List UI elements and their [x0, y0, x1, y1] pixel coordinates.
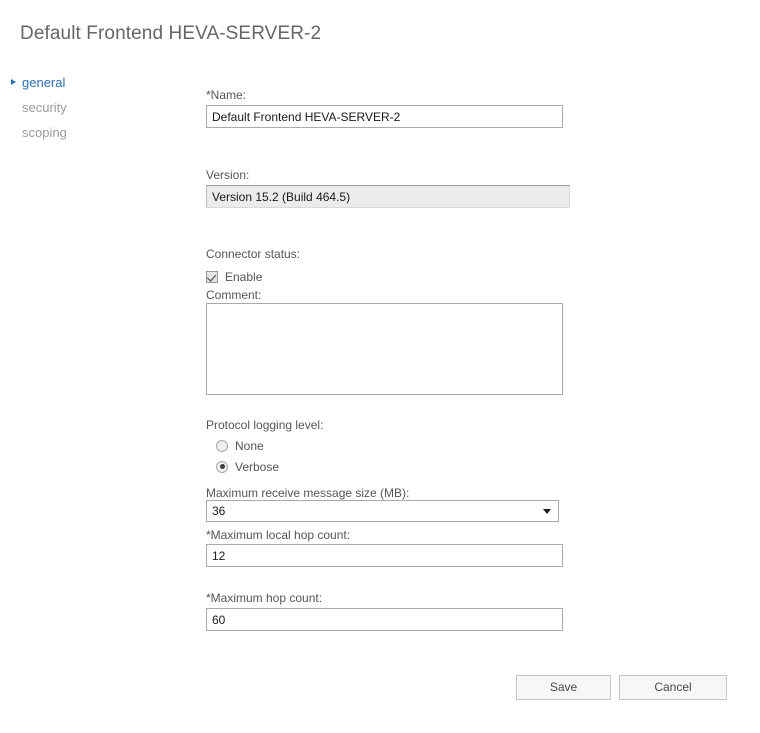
radio-verbose-label: Verbose	[235, 459, 280, 474]
sidebar-item-security[interactable]: security	[0, 95, 175, 120]
protocol-logging-option-verbose[interactable]: Verbose	[206, 456, 279, 477]
enable-checkbox[interactable]	[206, 270, 218, 283]
caret-right-icon	[11, 79, 16, 85]
sidebar-nav: general security scoping	[0, 70, 175, 145]
radio-none-label: None	[235, 438, 264, 453]
radio-none[interactable]	[216, 439, 228, 452]
connector-status-label: Connector status:	[206, 247, 301, 261]
radio-verbose[interactable]	[216, 460, 228, 473]
enable-checkbox-label: Enable	[225, 269, 263, 284]
enable-checkbox-row[interactable]: Enable	[206, 268, 262, 285]
protocol-logging-label: Protocol logging level:	[206, 418, 324, 432]
max-receive-message-size-value: 36	[212, 504, 226, 518]
comment-textarea[interactable]	[206, 303, 563, 395]
save-button[interactable]: Save	[516, 675, 611, 700]
max-hop-count-input[interactable]	[206, 608, 563, 631]
sidebar-item-label: general	[22, 75, 66, 90]
chevron-down-icon[interactable]	[543, 509, 551, 514]
page-title: Default Frontend HEVA-SERVER-2	[20, 23, 322, 44]
cancel-button[interactable]: Cancel	[619, 675, 727, 700]
sidebar-item-label: scoping	[22, 125, 67, 140]
name-label: *Name:	[206, 88, 247, 102]
max-hop-count-label: *Maximum hop count:	[206, 591, 323, 605]
sidebar-item-label: security	[22, 100, 67, 115]
sidebar-item-general[interactable]: general	[0, 70, 175, 95]
max-local-hop-count-label: *Maximum local hop count:	[206, 528, 351, 542]
version-label: Version:	[206, 168, 250, 182]
name-input[interactable]	[206, 105, 563, 128]
version-input	[206, 185, 570, 208]
max-receive-message-size-label: Maximum receive message size (MB):	[206, 486, 410, 500]
max-receive-message-size-select[interactable]: 36	[206, 500, 559, 522]
protocol-logging-option-none[interactable]: None	[206, 435, 264, 456]
comment-label: Comment:	[206, 288, 262, 302]
max-local-hop-count-input[interactable]	[206, 544, 563, 567]
sidebar-item-scoping[interactable]: scoping	[0, 120, 175, 145]
